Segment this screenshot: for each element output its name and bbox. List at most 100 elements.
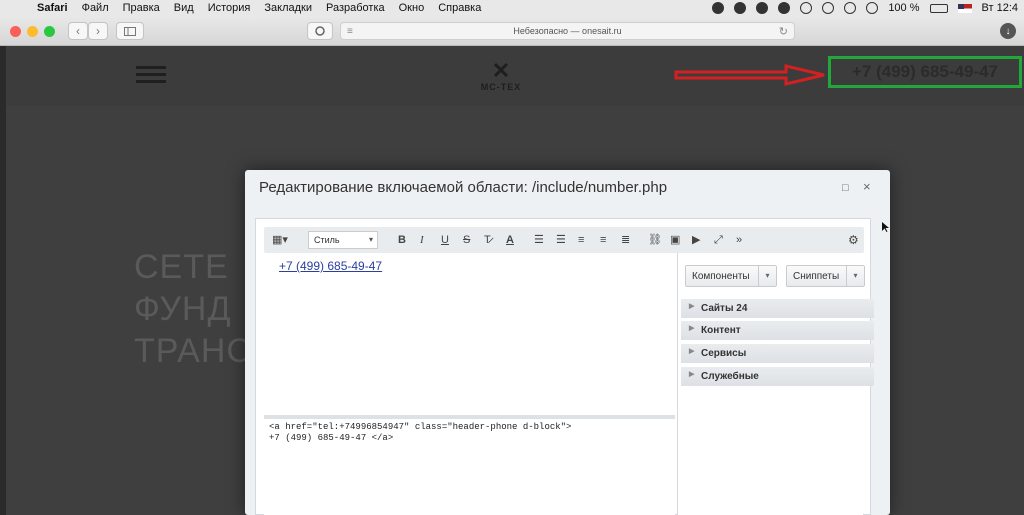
tree-item-service[interactable]: ▶ Служебные bbox=[681, 367, 874, 386]
menu-history[interactable]: История bbox=[201, 2, 258, 14]
tree-item-content[interactable]: ▶ Контент bbox=[681, 321, 874, 340]
site-header: ✕ MC-TEX +7 (499) 685-49-47 bbox=[6, 46, 1024, 106]
reload-icon[interactable]: ↻ bbox=[779, 25, 788, 38]
time-machine-icon[interactable] bbox=[844, 2, 857, 14]
components-label: Компоненты bbox=[692, 270, 750, 282]
font-color-icon[interactable]: A bbox=[506, 233, 514, 247]
bold-icon[interactable]: B bbox=[398, 233, 406, 247]
menu-bar: Safari Файл Правка Вид История Закладки … bbox=[0, 0, 1024, 16]
hero-heading: СЕТЕ ФУНД ТРАНС bbox=[134, 246, 252, 372]
html-editor: ▦▾ Стиль ▾ B I U S T̷ A ☰ ☰ ≡ ≡ ≣ ⛓ ▣ ▶ … bbox=[255, 218, 874, 515]
browser-toolbar: ‹ › ≡ Небезопасно — onesait.ru ↻ ↓ bbox=[0, 16, 1024, 46]
menu-develop[interactable]: Разработка bbox=[319, 2, 392, 14]
logo-text: MC-TEX bbox=[480, 82, 522, 92]
menu-edit[interactable]: Правка bbox=[116, 2, 167, 14]
battery-icon[interactable] bbox=[929, 3, 948, 13]
status-app-icon[interactable] bbox=[800, 2, 813, 14]
chevron-down-icon[interactable]: ▾ bbox=[758, 266, 776, 286]
source-line: +7 (499) 685-49-47 </a> bbox=[269, 433, 394, 443]
header-phone-highlight[interactable]: +7 (499) 685-49-47 bbox=[828, 56, 1022, 88]
close-icon[interactable]: × bbox=[863, 179, 871, 194]
reader-icon[interactable]: ≡ bbox=[347, 26, 353, 37]
downloads-icon[interactable]: ↓ bbox=[1000, 23, 1016, 39]
back-button[interactable]: ‹ bbox=[68, 22, 88, 40]
editor-toolbar: ▦▾ Стиль ▾ B I U S T̷ A ☰ ☰ ≡ ≡ ≣ ⛓ ▣ ▶ … bbox=[264, 227, 864, 253]
menu-bookmarks[interactable]: Закладки bbox=[257, 2, 319, 14]
address-text: Небезопасно — onesait.ru bbox=[513, 26, 622, 36]
template-icon[interactable]: ▦▾ bbox=[272, 233, 288, 247]
align-justify-icon[interactable]: ≣ bbox=[621, 233, 630, 247]
tree-item-label: Служебные bbox=[701, 371, 759, 382]
tree-item-label: Сайты 24 bbox=[701, 303, 748, 314]
us-flag-icon[interactable] bbox=[957, 3, 972, 13]
source-code-area[interactable]: <a href="tel:+74996854947" class="header… bbox=[264, 419, 675, 515]
menu-app-safari[interactable]: Safari bbox=[30, 2, 75, 14]
sidebar-icon bbox=[124, 26, 136, 36]
italic-icon[interactable]: I bbox=[420, 233, 424, 247]
components-panel: Компоненты ▾ Сниппеты ▾ ▶ Сайты 24 ▶ Кон… bbox=[677, 253, 874, 515]
status-app-icon[interactable] bbox=[822, 2, 835, 14]
menu-view[interactable]: Вид bbox=[167, 2, 201, 14]
dialog-title: Редактирование включаемой области: /incl… bbox=[259, 179, 668, 196]
expand-triangle-icon: ▶ bbox=[689, 325, 695, 332]
telegram-icon[interactable] bbox=[734, 2, 747, 14]
menu-window[interactable]: Окно bbox=[392, 2, 432, 14]
sidebar-toggle-button[interactable] bbox=[116, 22, 144, 40]
indent-icon[interactable]: ≡ bbox=[600, 233, 606, 247]
menu-help[interactable]: Справка bbox=[431, 2, 488, 14]
outdent-icon[interactable]: ≡ bbox=[578, 233, 584, 247]
menu-file[interactable]: Файл bbox=[75, 2, 116, 14]
phone-link[interactable]: +7 (499) 685-49-47 bbox=[279, 259, 382, 273]
hero-line: ТРАНС bbox=[134, 332, 252, 370]
more-icon[interactable]: » bbox=[736, 233, 742, 247]
status-app-icon[interactable] bbox=[756, 2, 769, 14]
clock[interactable]: Вт 12:4 bbox=[982, 2, 1018, 14]
expand-triangle-icon: ▶ bbox=[689, 348, 695, 355]
underline-icon[interactable]: U bbox=[441, 233, 449, 247]
minimize-window-button[interactable] bbox=[27, 26, 38, 37]
wysiwyg-area[interactable]: +7 (499) 685-49-47 bbox=[264, 253, 675, 415]
remove-format-icon[interactable]: T̷ bbox=[484, 233, 491, 247]
expand-triangle-icon: ▶ bbox=[689, 371, 695, 378]
ordered-list-icon[interactable]: ☰ bbox=[534, 233, 544, 247]
status-app-icon[interactable] bbox=[778, 2, 791, 14]
tree-item-services[interactable]: ▶ Сервисы bbox=[681, 344, 874, 363]
tree-item-sites24[interactable]: ▶ Сайты 24 bbox=[681, 299, 874, 318]
source-line: <a href="tel:+74996854947" class="header… bbox=[269, 422, 572, 432]
logo-mark-icon: ✕ bbox=[491, 58, 511, 83]
expand-triangle-icon: ▶ bbox=[689, 303, 695, 310]
site-logo[interactable]: ✕ MC-TEX bbox=[476, 58, 526, 93]
red-arrow-annotation bbox=[674, 64, 825, 86]
settings-gear-icon[interactable]: ⚙ bbox=[848, 233, 859, 247]
edit-include-dialog: Редактирование включаемой области: /incl… bbox=[245, 170, 890, 515]
hero-line: ФУНД bbox=[134, 290, 232, 328]
status-area: 100 % Вт 12:4 bbox=[712, 0, 1024, 16]
fullscreen-window-button[interactable] bbox=[44, 26, 55, 37]
chevron-down-icon[interactable]: ▾ bbox=[846, 266, 864, 286]
header-phone-text: +7 (499) 685-49-47 bbox=[851, 62, 999, 81]
link-icon[interactable]: ⛓ bbox=[648, 233, 662, 247]
wifi-icon[interactable] bbox=[866, 2, 879, 14]
battery-percent[interactable]: 100 % bbox=[888, 2, 919, 14]
unordered-list-icon[interactable]: ☰ bbox=[556, 233, 566, 247]
forward-button[interactable]: › bbox=[88, 22, 108, 40]
video-icon[interactable]: ▶ bbox=[692, 233, 700, 247]
tree-item-label: Сервисы bbox=[701, 348, 747, 359]
fullscreen-icon[interactable]: ⤢ bbox=[714, 233, 723, 247]
maximize-icon[interactable]: □ bbox=[842, 182, 849, 194]
snippets-button[interactable]: Сниппеты ▾ bbox=[786, 265, 865, 287]
components-button[interactable]: Компоненты ▾ bbox=[685, 265, 777, 287]
style-select-value: Стиль bbox=[314, 235, 340, 245]
close-window-button[interactable] bbox=[10, 26, 21, 37]
mouse-cursor-icon bbox=[882, 222, 889, 232]
strikethrough-icon[interactable]: S bbox=[463, 233, 470, 247]
snippets-label: Сниппеты bbox=[793, 270, 840, 282]
shield-icon bbox=[315, 26, 325, 36]
image-icon[interactable]: ▣ bbox=[670, 233, 680, 247]
address-bar[interactable]: ≡ Небезопасно — onesait.ru ↻ bbox=[340, 22, 795, 40]
hamburger-menu-icon[interactable] bbox=[136, 66, 166, 84]
style-select[interactable]: Стиль ▾ bbox=[308, 231, 378, 249]
tree-item-label: Контент bbox=[701, 325, 741, 336]
privacy-report-button[interactable] bbox=[307, 22, 333, 40]
status-app-icon[interactable] bbox=[712, 2, 725, 14]
